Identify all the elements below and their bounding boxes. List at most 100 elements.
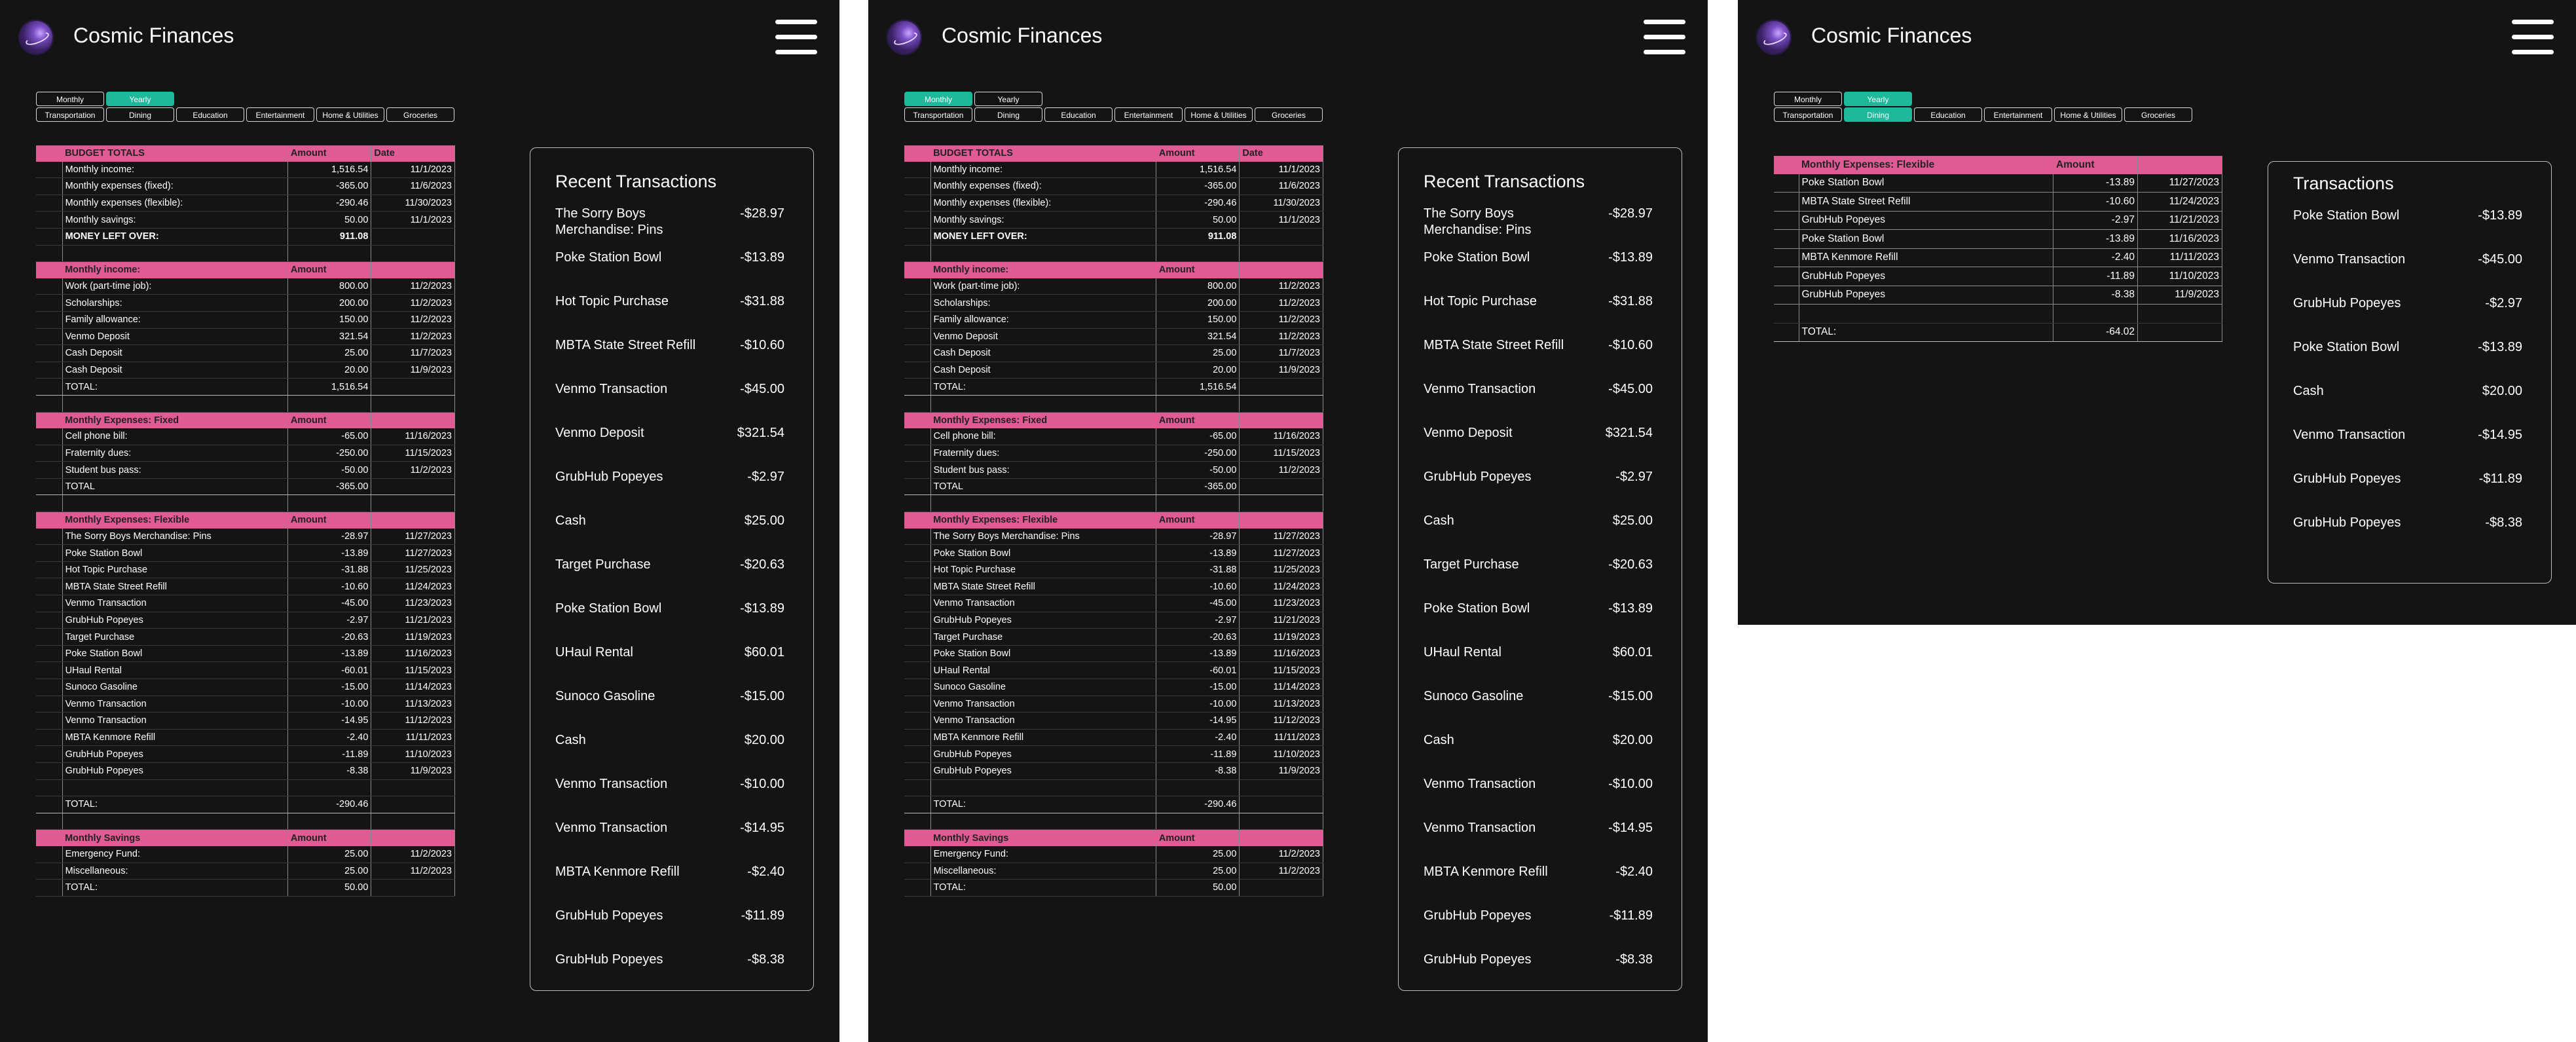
label-cell: Monthly expenses (fixed): (930, 177, 1156, 195)
table-row: Poke Station Bowl -13.89 11/27/2023 (36, 544, 455, 562)
date-cell: 11/2/2023 (1239, 863, 1323, 880)
label-cell: MONEY LEFT OVER: (62, 228, 288, 246)
tab-dining[interactable]: Dining (106, 107, 174, 122)
label-cell: Miscellaneous: (930, 863, 1156, 880)
tab-monthly[interactable]: Monthly (36, 92, 104, 106)
label-cell: Monthly savings: (62, 211, 288, 229)
tab-entertainment[interactable]: Entertainment (1984, 107, 2052, 122)
tab-groceries[interactable]: Groceries (2124, 107, 2192, 122)
tab-transportation[interactable]: Transportation (904, 107, 972, 122)
app-title: Cosmic Finances (942, 24, 1103, 47)
label-cell (62, 395, 288, 413)
row-gutter-cell (904, 478, 931, 496)
tab-education[interactable]: Education (1044, 107, 1113, 122)
row-gutter-cell (904, 328, 931, 346)
table-row: Miscellaneous: 25.00 11/2/2023 (904, 863, 1323, 880)
row-gutter-cell (904, 245, 931, 263)
amount-cell: -13.89 (1156, 645, 1240, 663)
tab-yearly[interactable]: Yearly (106, 92, 174, 106)
table-row: Monthly expenses (fixed): -365.00 11/6/202… (36, 177, 455, 195)
label-cell: MBTA Kenmore Refill (62, 729, 288, 747)
tab-yearly[interactable]: Yearly (974, 92, 1042, 106)
table-row: GrubHub Popeyes -8.38 11/9/2023 (904, 762, 1323, 780)
row-gutter-cell (904, 813, 931, 830)
amount-cell: 1,516.54 (287, 378, 372, 396)
table-row: GrubHub Popeyes -2.97 11/21/2023 (1774, 211, 2222, 230)
amount-cell: -2.97 (2053, 211, 2138, 230)
transaction-name: GrubHub Popeyes (2293, 472, 2401, 486)
table-row: Venmo Transaction -14.95 11/12/2023 (36, 712, 455, 730)
label-cell: Fraternity dues: (62, 445, 288, 462)
table-row (1774, 304, 2222, 324)
date-cell: 11/9/2023 (371, 362, 455, 379)
label-cell: Student bus pass: (930, 461, 1156, 479)
date-cell: 11/27/2023 (1239, 528, 1323, 546)
transaction-name: Venmo Transaction (555, 777, 668, 791)
date-cell (371, 829, 455, 846)
spreadsheet-table: Monthly Expenses: Flexible Amount Poke Sta… (1774, 156, 2222, 342)
tab-entertainment[interactable]: Entertainment (246, 107, 314, 122)
row-gutter-cell (36, 145, 63, 162)
date-cell: 11/21/2023 (371, 612, 455, 629)
tab-home-utilities[interactable]: Home & Utilities (316, 107, 384, 122)
tab-transportation[interactable]: Transportation (1774, 107, 1842, 122)
menu-icon[interactable] (775, 20, 817, 55)
date-cell (371, 478, 455, 496)
transaction-name: Poke Station Bowl (1424, 250, 1530, 265)
transaction-name: Venmo Transaction (555, 382, 668, 396)
table-row: Cell phone bill: -65.00 11/16/2023 (36, 428, 455, 445)
tab-dining[interactable]: Dining (1844, 107, 1912, 122)
tab-education[interactable]: Education (176, 107, 244, 122)
amount-cell: -11.89 (2053, 267, 2138, 286)
date-cell: 11/10/2023 (1239, 745, 1323, 763)
tab-transportation[interactable]: Transportation (36, 107, 104, 122)
table-row: TOTAL: 50.00 (904, 879, 1323, 897)
tab-groceries[interactable]: Groceries (1255, 107, 1323, 122)
row-gutter-cell (904, 378, 931, 396)
tab-dining[interactable]: Dining (974, 107, 1042, 122)
tab-monthly[interactable]: Monthly (1774, 92, 1842, 106)
transaction-amount: -$11.89 (1609, 908, 1653, 923)
amount-cell: -45.00 (1156, 595, 1240, 612)
table-row: Cash Deposit 25.00 11/7/2023 (904, 344, 1323, 362)
amount-cell: 50.00 (1156, 211, 1240, 229)
date-cell: 11/10/2023 (371, 745, 455, 763)
tab-entertainment[interactable]: Entertainment (1114, 107, 1183, 122)
section-header-row: BUDGET TOTALS Amount Date (36, 145, 455, 162)
budget-spreadsheet: BUDGET TOTALS Amount Date Monthly income: 1,… (904, 145, 1323, 897)
row-gutter-cell (36, 445, 63, 462)
menu-icon[interactable] (2512, 20, 2554, 55)
amount-cell: -2.97 (287, 612, 372, 629)
menu-icon[interactable] (1644, 20, 1685, 55)
tab-education[interactable]: Education (1914, 107, 1982, 122)
transaction-name: Cash (2293, 384, 2324, 398)
row-gutter-cell (36, 395, 63, 413)
label-cell: Monthly income: (62, 161, 288, 179)
tab-home-utilities[interactable]: Home & Utilities (2054, 107, 2122, 122)
transaction-name: MBTA Kenmore Refill (1424, 865, 1548, 879)
amount-cell: -10.00 (287, 696, 372, 713)
label-cell: Monthly Expenses: Flexible (1799, 156, 2053, 174)
tab-groceries[interactable]: Groceries (386, 107, 454, 122)
table-row: MBTA State Street Refill -10.60 11/24/2023 (1774, 192, 2222, 212)
section-header-row: Monthly Expenses: Flexible Amount (1774, 156, 2222, 174)
date-cell: 11/24/2023 (371, 578, 455, 596)
transaction-amount: $25.00 (744, 513, 784, 528)
amount-cell: 25.00 (287, 863, 372, 880)
label-cell: Fraternity dues: (930, 445, 1156, 462)
table-row: TOTAL: -290.46 (904, 796, 1323, 813)
transaction-name: GrubHub Popeyes (2293, 296, 2401, 310)
tab-yearly[interactable]: Yearly (1844, 92, 1912, 106)
label-cell: Monthly savings: (930, 211, 1156, 229)
tab-monthly[interactable]: Monthly (904, 92, 972, 106)
row-gutter-cell (36, 428, 63, 445)
date-cell: 11/16/2023 (1239, 428, 1323, 445)
date-cell: 11/27/2023 (1239, 544, 1323, 562)
tab-home-utilities[interactable]: Home & Utilities (1185, 107, 1253, 122)
transaction-name: Cash (1424, 733, 1454, 747)
amount-cell: -45.00 (287, 595, 372, 612)
table-row: Monthly expenses (flexible): -290.46 11/30… (36, 195, 455, 212)
transaction-amount: -$2.40 (1615, 865, 1653, 879)
row-gutter-cell (36, 612, 63, 629)
date-cell: 11/2/2023 (1239, 846, 1323, 863)
